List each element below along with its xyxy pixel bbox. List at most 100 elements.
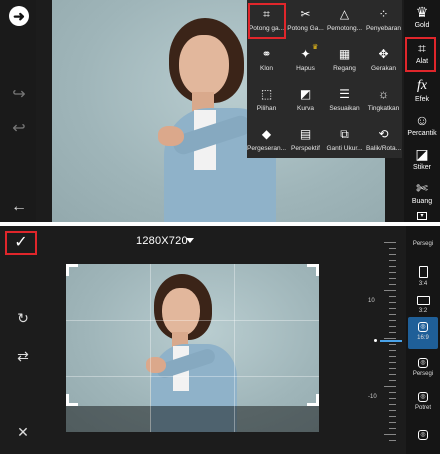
aspect-ratio-item[interactable]: 3:2 — [406, 296, 440, 315]
aspect-ratio-label: 16:9 — [417, 335, 429, 341]
tool-item[interactable]: ◩ Kurva — [286, 80, 325, 118]
tool-item[interactable]: ⬚ Pilihan — [247, 80, 286, 118]
ruler-tick — [389, 284, 396, 285]
tool-item-label: Pergeseran... — [247, 145, 286, 152]
back-arrow-icon[interactable]: ← — [10, 198, 28, 216]
sticker-icon: ◪ — [415, 146, 429, 162]
ruler-tick — [384, 242, 396, 243]
aspect-ratio-item[interactable]: ◎ Persegi — [406, 358, 440, 378]
ruler-label: -10 — [368, 394, 377, 400]
aspect-ratio-label: Persegi — [412, 371, 434, 377]
aspect-ratio-item[interactable]: 3:4 — [406, 266, 440, 288]
ruler-tick — [389, 254, 396, 255]
ruler-tick — [389, 326, 396, 327]
close-icon[interactable]: ✕ — [15, 424, 31, 440]
crop-handle-bottom-left[interactable] — [66, 394, 78, 406]
tool-item[interactable]: △ Pemotong... — [325, 0, 364, 38]
ruler-tick — [389, 260, 396, 261]
toolbar-item-label: Gold — [414, 22, 430, 29]
ruler-tick — [384, 290, 396, 291]
alat-highlight-box — [405, 37, 436, 72]
ruler-tick — [389, 248, 396, 249]
aspect-ratio-item[interactable]: ◎ Potret — [406, 392, 440, 412]
ruler-tick — [389, 404, 396, 405]
crop-handle-top-left[interactable] — [66, 264, 78, 276]
premium-crown-icon: ♛ — [312, 44, 319, 51]
beautify-icon: ☺ — [414, 112, 430, 128]
tool-item[interactable]: ☼ Tingkatkan — [364, 80, 403, 118]
tool-item[interactable]: ▤ Perspektif — [286, 120, 325, 158]
rotation-dot — [374, 339, 377, 342]
tool-item[interactable]: ⟲ Balik/Rota... — [364, 120, 403, 158]
tool-item[interactable]: ✥ Gerakan — [364, 40, 403, 78]
toolbar-item[interactable]: fx Efek — [404, 78, 440, 104]
ruler-tick — [389, 344, 396, 345]
ruler-tick — [389, 296, 396, 297]
editor-tools-screen: ➜ ↪ ↩ ← ⌗ Potong ga... ✂ Potong Ga... △ Pemot… — [0, 0, 440, 222]
ruler-tick — [389, 356, 396, 357]
check-icon: ✓ — [14, 234, 28, 251]
aspect-ratio-label: 3:4 — [418, 281, 428, 287]
instagram-icon: ◎ — [418, 392, 428, 402]
tool-item[interactable]: ◆ Pergeseran... — [247, 120, 286, 158]
right-toolbar: ♛ Gold ⌗ Alat fx Efek ☺ Percantik ◪ Stiker ✄ Buang ▾ — [404, 0, 440, 222]
ratio-dropdown[interactable]: 1280X720 — [136, 235, 188, 247]
toolbar-item[interactable]: ☺ Percantik — [404, 112, 440, 138]
rotation-ruler[interactable]: 10 -10 — [368, 242, 402, 442]
ruler-tick — [389, 332, 396, 333]
tool-item[interactable]: ⚭ Klon — [247, 40, 286, 78]
crop-grid-line — [66, 320, 319, 321]
toolbar-item-label: Percantik — [407, 130, 437, 137]
instagram-icon: ◎ — [418, 322, 428, 332]
redo-icon[interactable]: ↪ — [10, 86, 28, 104]
crop-highlight-box — [248, 3, 286, 39]
toolbar-item[interactable]: ◪ Stiker — [404, 146, 440, 172]
crop-handle-bottom-right[interactable] — [307, 394, 319, 406]
ruler-tick — [384, 338, 396, 339]
ruler-tick — [389, 374, 396, 375]
tool-item[interactable]: ⁘ Penyebaran — [364, 0, 403, 38]
aspect-ratio-label: Potret — [414, 405, 431, 411]
ruler-tick — [389, 422, 396, 423]
aspect-ratio-item[interactable]: Persegi — [406, 228, 440, 248]
ruler-tick — [389, 314, 396, 315]
next-arrow-icon[interactable]: ➜ — [9, 6, 29, 26]
ruler-tick — [389, 440, 396, 441]
aspect-ratio-label: Persegi — [412, 241, 434, 247]
tool-item[interactable]: ☰ Sesuaikan — [325, 80, 364, 118]
tilt-shift-icon: ◆ — [261, 127, 272, 141]
curves-icon: ◩ — [299, 87, 312, 101]
rotation-indicator — [380, 340, 402, 342]
tool-item[interactable]: ⧉ Ganti Ukur... — [325, 120, 364, 158]
tool-item-label: Pemotong... — [326, 25, 363, 32]
tool-item-label: Gerakan — [371, 65, 396, 72]
scroll-down-icon[interactable]: ▾ — [417, 212, 427, 220]
ruler-tick — [389, 416, 396, 417]
aspect-ratio-item[interactable]: ◎ 16:9 — [406, 322, 440, 342]
toolbar-item[interactable]: ♛ Gold — [404, 4, 440, 30]
ruler-tick — [389, 350, 396, 351]
crop-grid-line — [66, 376, 319, 377]
toolbar-item[interactable]: ✄ Buang — [404, 180, 440, 206]
aspect-ratio-list: Persegi 3:4 3:2 ◎ 16:9 ◎ Persegi ◎ Potret ◎ — [406, 226, 440, 454]
crop-outside-shade — [66, 406, 319, 432]
aspect-ratio-item[interactable]: ◎ — [406, 430, 440, 440]
resize-icon: ⧉ — [340, 127, 349, 141]
toolbar-item-label: Buang — [411, 198, 433, 205]
tool-item[interactable]: ▦ Regang — [325, 40, 364, 78]
undo-icon[interactable]: ↩ — [10, 120, 28, 138]
tool-item-label: Kurva — [297, 105, 314, 112]
ruler-label: 10 — [368, 298, 375, 304]
rotate-icon[interactable]: ↻ — [15, 310, 31, 326]
crop-handle-top-right[interactable] — [307, 264, 319, 276]
ruler-tick — [389, 362, 396, 363]
chevron-down-icon[interactable] — [186, 238, 194, 243]
cutout-icon: ✄ — [416, 180, 428, 196]
instagram-icon: ◎ — [418, 430, 428, 440]
tool-item-label: Tingkatkan — [367, 105, 400, 112]
perspective-icon: ▤ — [299, 127, 312, 141]
tool-item[interactable]: ✂ Potong Ga... — [286, 0, 325, 38]
tool-item[interactable]: ✦ Hapus — [286, 40, 325, 78]
flip-icon[interactable]: ⇄ — [15, 348, 31, 364]
apply-button[interactable]: ✓ — [5, 231, 37, 255]
